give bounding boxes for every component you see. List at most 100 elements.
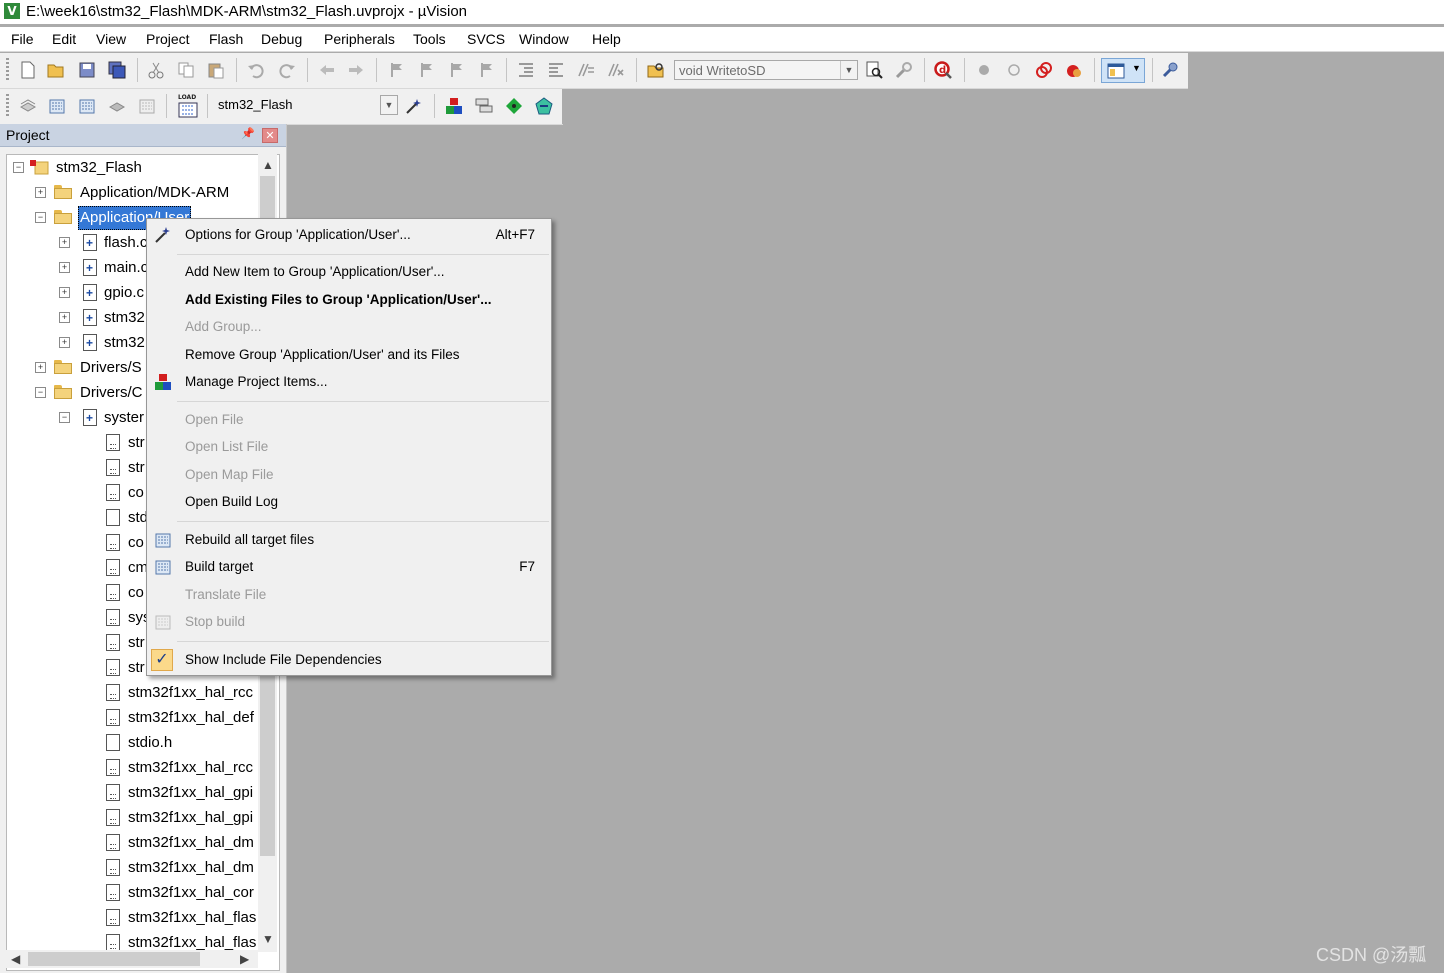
tree-label: str (128, 434, 145, 451)
scroll-up-icon[interactable]: ▲ (262, 158, 274, 172)
expand-icon[interactable]: + (59, 262, 70, 273)
debug-session-icon[interactable]: d (934, 61, 952, 79)
expand-icon[interactable]: + (35, 362, 46, 373)
unindent-icon[interactable] (547, 61, 565, 79)
bookmark-next-icon[interactable] (447, 61, 465, 79)
rebuild-icon[interactable] (78, 97, 96, 115)
toolbar-grip[interactable] (6, 58, 9, 82)
open-folder-icon[interactable] (47, 61, 65, 79)
nav-back-icon[interactable] (318, 61, 336, 79)
menu-label: Open Build Log (185, 494, 279, 509)
expand-icon[interactable]: + (59, 337, 70, 348)
find-icon[interactable] (865, 61, 883, 79)
breakpoint-enable-icon[interactable] (1005, 61, 1023, 79)
menu-flash[interactable]: Flash (209, 30, 243, 48)
breakpoint-kill-all-icon[interactable] (1065, 61, 1083, 79)
bookmark-toggle-icon[interactable] (387, 61, 405, 79)
menu-rebuild-all[interactable]: Rebuild all target files (147, 527, 551, 553)
project-root-icon (30, 160, 49, 175)
cut-icon[interactable] (147, 61, 165, 79)
stop-build-icon[interactable] (138, 97, 156, 115)
tree-horizontal-scrollbar[interactable]: ◀ ▶ (6, 950, 258, 968)
bookmark-clear-icon[interactable] (477, 61, 495, 79)
menu-open-list-file[interactable]: Open List File (147, 434, 551, 460)
chevron-down-icon[interactable]: ▼ (840, 61, 857, 79)
menu-label: Open Map File (185, 467, 274, 482)
collapse-icon[interactable]: − (35, 387, 46, 398)
collapse-icon[interactable]: − (35, 212, 46, 223)
tree-label: syster (104, 409, 145, 426)
window-layout-dropdown[interactable]: ▼ (1101, 58, 1145, 83)
incremental-find-icon[interactable] (895, 61, 913, 79)
menu-project[interactable]: Project (146, 30, 190, 48)
copy-icon[interactable] (177, 61, 195, 79)
menu-debug[interactable]: Debug (261, 30, 302, 48)
batch-build-icon[interactable] (108, 97, 126, 115)
save-icon[interactable] (78, 61, 96, 79)
menu-build-target[interactable]: Build target F7 (147, 554, 551, 580)
menu-tools[interactable]: Tools (413, 30, 446, 48)
scroll-left-icon[interactable]: ◀ (11, 952, 20, 966)
menu-edit[interactable]: Edit (52, 30, 76, 48)
menu-file[interactable]: File (11, 30, 34, 48)
translate-icon[interactable] (19, 97, 37, 115)
header-file-icon (106, 759, 120, 776)
paste-icon[interactable] (207, 61, 225, 79)
expand-icon[interactable]: + (59, 287, 70, 298)
menu-help[interactable]: Help (592, 30, 621, 48)
close-icon[interactable]: ✕ (262, 128, 278, 143)
new-file-icon[interactable] (19, 61, 37, 79)
header-file-icon (106, 434, 120, 451)
scroll-right-icon[interactable]: ▶ (240, 952, 249, 966)
menu-remove-group[interactable]: Remove Group 'Application/User' and its … (147, 342, 551, 368)
undo-icon[interactable] (247, 61, 265, 79)
menu-options-for-group[interactable]: Options for Group 'Application/User'... … (147, 222, 551, 248)
menu-manage-project-items[interactable]: Manage Project Items... (147, 369, 551, 395)
pack-installer-icon[interactable] (535, 97, 553, 115)
menu-add-existing-files[interactable]: Add Existing Files to Group 'Application… (147, 287, 551, 313)
menu-view[interactable]: View (96, 30, 126, 48)
menu-translate-file[interactable]: Translate File (147, 582, 551, 608)
folder-icon (54, 185, 72, 199)
collapse-icon[interactable]: − (13, 162, 24, 173)
manage-project-items-icon[interactable] (445, 97, 463, 115)
breakpoint-disable-all-icon[interactable] (1035, 61, 1053, 79)
menu-open-build-log[interactable]: Open Build Log (147, 489, 551, 515)
select-packs-icon[interactable] (475, 97, 493, 115)
function-combo[interactable]: void WritetoSD ▼ (674, 60, 858, 80)
menu-add-new-item[interactable]: Add New Item to Group 'Application/User'… (147, 259, 551, 285)
chevron-down-icon[interactable]: ▼ (380, 95, 398, 115)
scroll-down-icon[interactable]: ▼ (262, 932, 274, 946)
build-icon[interactable] (48, 97, 66, 115)
save-all-icon[interactable] (108, 61, 126, 79)
tree-label: gpio.c (104, 284, 145, 301)
load-download-button[interactable]: LOAD (177, 94, 199, 119)
menu-open-file[interactable]: Open File (147, 407, 551, 433)
menu-open-map-file[interactable]: Open Map File (147, 462, 551, 488)
indent-icon[interactable] (517, 61, 535, 79)
toolbar-grip[interactable] (6, 94, 9, 118)
bookmark-prev-icon[interactable] (417, 61, 435, 79)
target-combo[interactable]: stm32_Flash ▼ (214, 95, 398, 115)
menu-peripherals[interactable]: Peripherals (324, 30, 395, 48)
menu-window[interactable]: Window (519, 30, 569, 48)
menu-add-group[interactable]: Add Group... (147, 314, 551, 340)
expand-icon[interactable]: + (59, 312, 70, 323)
scrollbar-thumb[interactable] (28, 952, 200, 966)
target-options-icon[interactable] (405, 97, 423, 115)
manage-rte-icon[interactable] (505, 97, 523, 115)
redo-icon[interactable] (278, 61, 296, 79)
collapse-icon[interactable]: − (59, 412, 70, 423)
menu-show-include-deps[interactable]: ✓ Show Include File Dependencies (147, 647, 551, 673)
uncomment-icon[interactable] (607, 61, 625, 79)
configure-wrench-icon[interactable] (1161, 61, 1179, 79)
menu-stop-build[interactable]: Stop build (147, 609, 551, 635)
expand-icon[interactable]: + (35, 187, 46, 198)
menu-svcs[interactable]: SVCS (467, 30, 505, 48)
nav-forward-icon[interactable] (347, 61, 365, 79)
pin-icon[interactable]: 📌 (241, 127, 255, 141)
comment-icon[interactable] (577, 61, 595, 79)
expand-icon[interactable]: + (59, 237, 70, 248)
find-in-files-icon[interactable] (647, 61, 665, 79)
breakpoint-insert-icon[interactable] (975, 61, 993, 79)
